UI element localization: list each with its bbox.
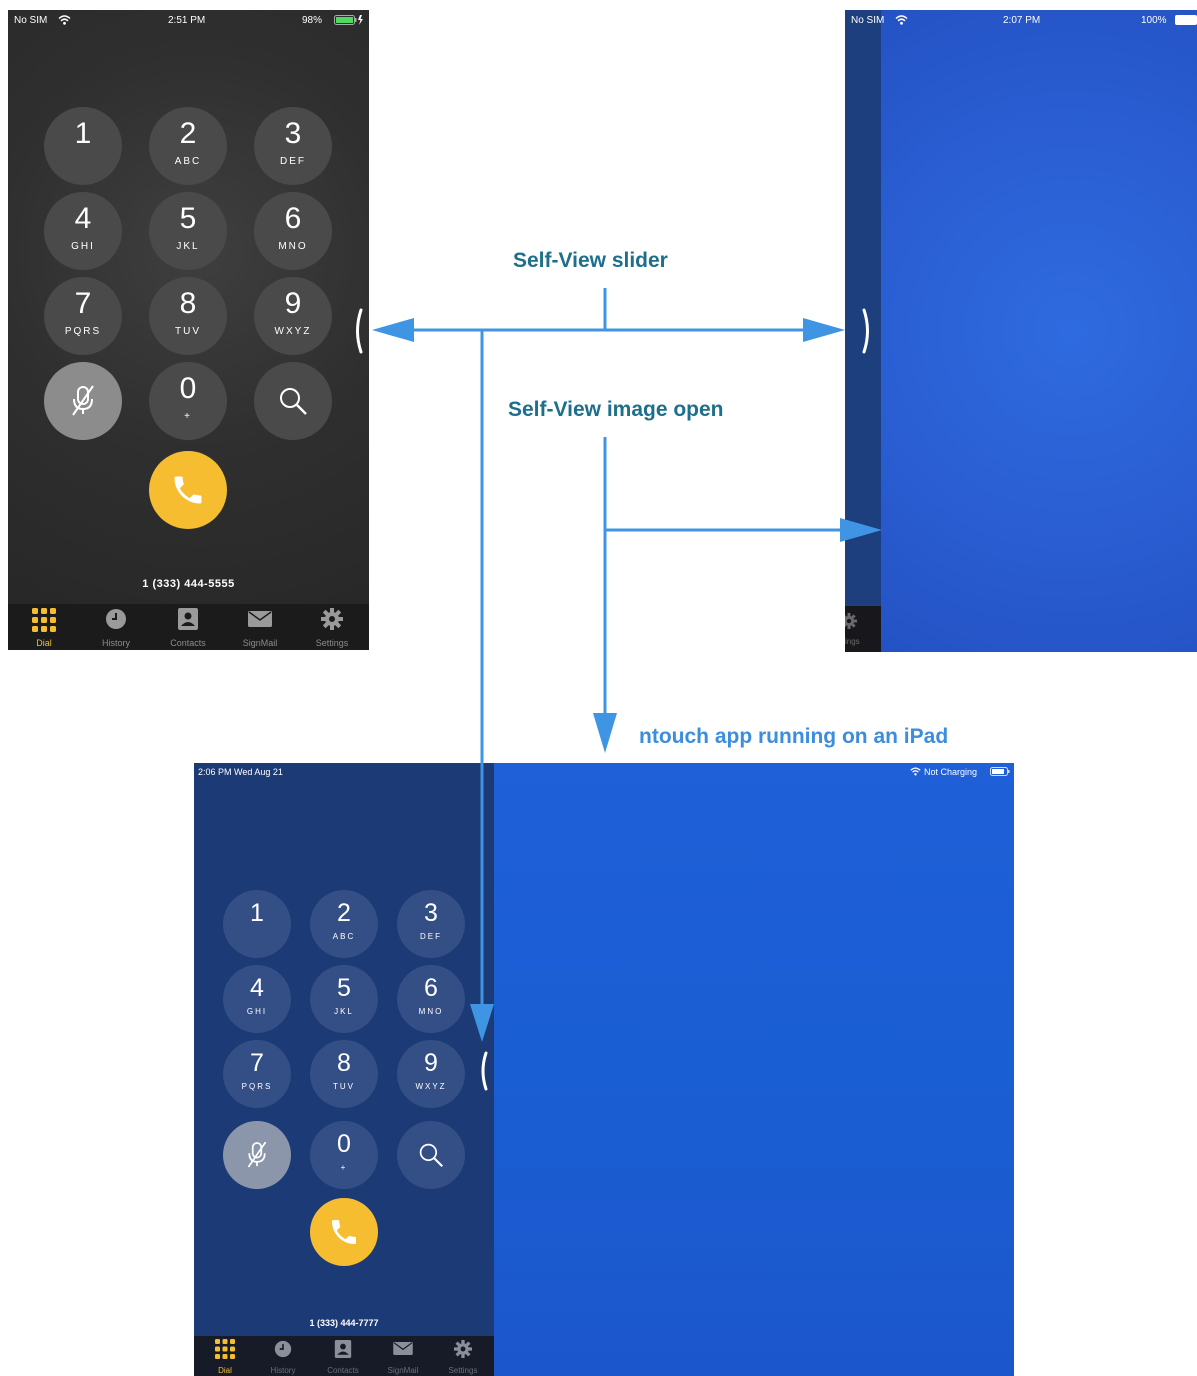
- arrow-to-selfview-image: [840, 518, 882, 542]
- self-view-slider-label: Self-View slider: [513, 249, 668, 272]
- ipad-caption: ntouch app running on an iPad: [639, 725, 949, 748]
- arrow-to-selfview-slider: [803, 318, 845, 342]
- arrow-to-phone-slider: [372, 318, 414, 342]
- annotation-arrows: [372, 288, 882, 1042]
- arrow-to-ipad-slider: [470, 1004, 494, 1042]
- arrow-to-ipad: [593, 713, 617, 753]
- self-view-image-open-label: Self-View image open: [508, 398, 724, 421]
